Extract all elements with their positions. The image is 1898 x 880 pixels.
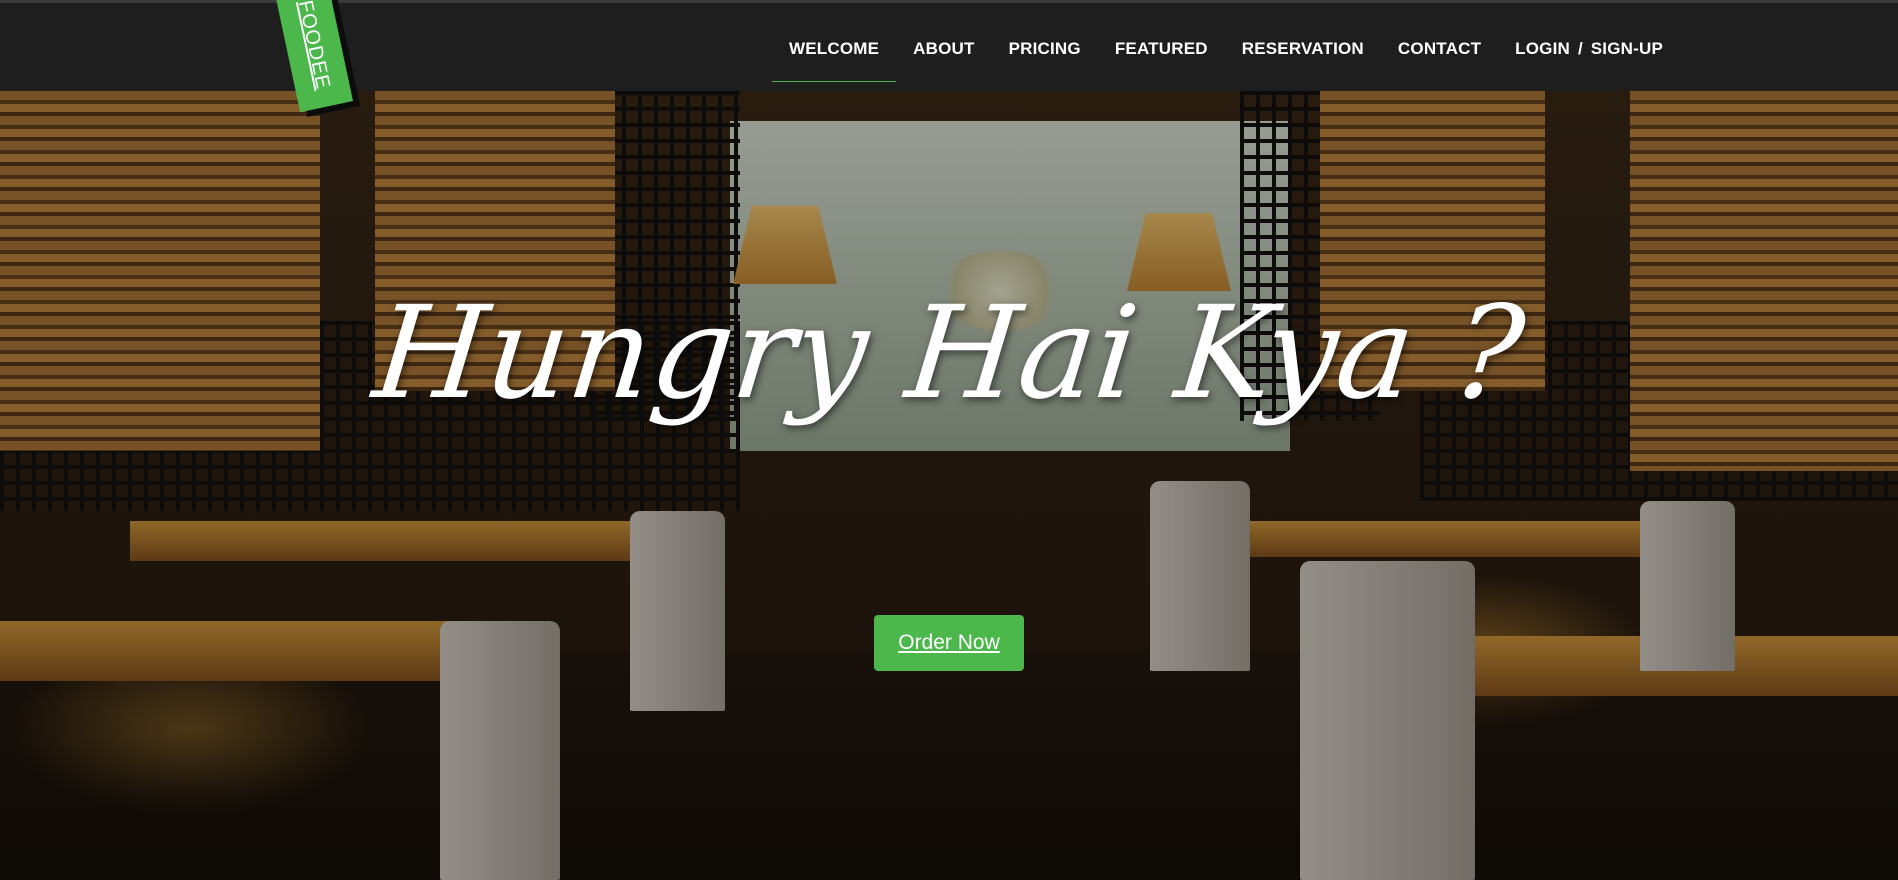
main-nav: WELCOME ABOUT PRICING FEATURED RESERVATI…	[771, 3, 1680, 94]
hero-section	[0, 91, 1898, 880]
nav-item-pricing[interactable]: PRICING	[992, 3, 1098, 94]
logo-text: FOODEE	[293, 0, 335, 92]
nav-item-contact[interactable]: CONTACT	[1381, 3, 1498, 94]
nav-separator: /	[1578, 38, 1583, 58]
nav-item-login[interactable]: LOGIN	[1498, 3, 1576, 94]
top-navbar: FOODEE WELCOME ABOUT PRICING FEATURED RE…	[0, 0, 1898, 113]
nav-item-welcome[interactable]: WELCOME	[771, 3, 897, 94]
nav-item-about[interactable]: ABOUT	[896, 3, 991, 94]
nav-item-signup[interactable]: SIGN-UP	[1585, 3, 1680, 94]
order-now-button[interactable]: Order Now	[874, 615, 1024, 671]
nav-item-featured[interactable]: FEATURED	[1098, 3, 1225, 94]
hero-headline: Hungry Hai Kya ?	[367, 279, 1531, 428]
nav-item-reservation[interactable]: RESERVATION	[1225, 3, 1381, 94]
